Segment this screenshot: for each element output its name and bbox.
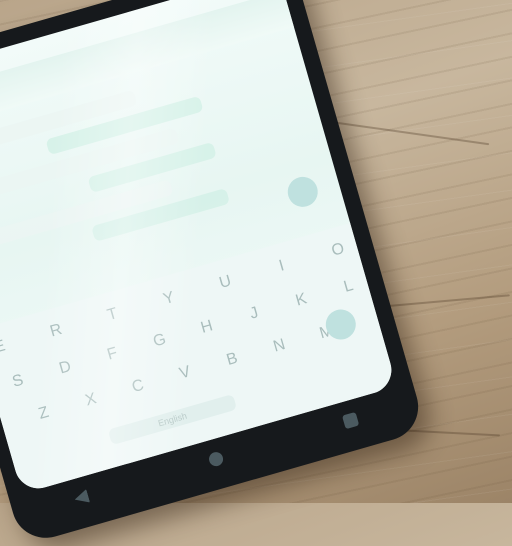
key[interactable]: D: [50, 356, 80, 380]
key[interactable]: S: [3, 369, 33, 393]
key[interactable]: Z: [29, 402, 59, 426]
back-icon[interactable]: [73, 489, 90, 506]
key[interactable]: E: [0, 335, 15, 359]
key[interactable]: G: [145, 329, 175, 353]
key[interactable]: F: [98, 342, 128, 366]
home-icon[interactable]: [207, 450, 225, 468]
recent-apps-icon[interactable]: [341, 411, 360, 430]
key[interactable]: T: [98, 303, 128, 327]
key[interactable]: B: [217, 348, 247, 372]
key[interactable]: V: [170, 361, 200, 385]
key[interactable]: L: [334, 275, 364, 299]
table-crack: [380, 294, 510, 308]
key[interactable]: N: [264, 334, 294, 358]
key[interactable]: R: [41, 319, 71, 343]
key[interactable]: K: [286, 288, 316, 312]
key[interactable]: C: [123, 375, 153, 399]
key[interactable]: U: [210, 270, 240, 294]
key[interactable]: X: [76, 388, 106, 412]
key[interactable]: J: [239, 302, 269, 326]
key[interactable]: H: [192, 315, 222, 339]
key[interactable]: O: [323, 238, 353, 262]
send-button[interactable]: [284, 173, 322, 211]
key[interactable]: Y: [154, 287, 184, 311]
key[interactable]: I: [267, 254, 297, 278]
